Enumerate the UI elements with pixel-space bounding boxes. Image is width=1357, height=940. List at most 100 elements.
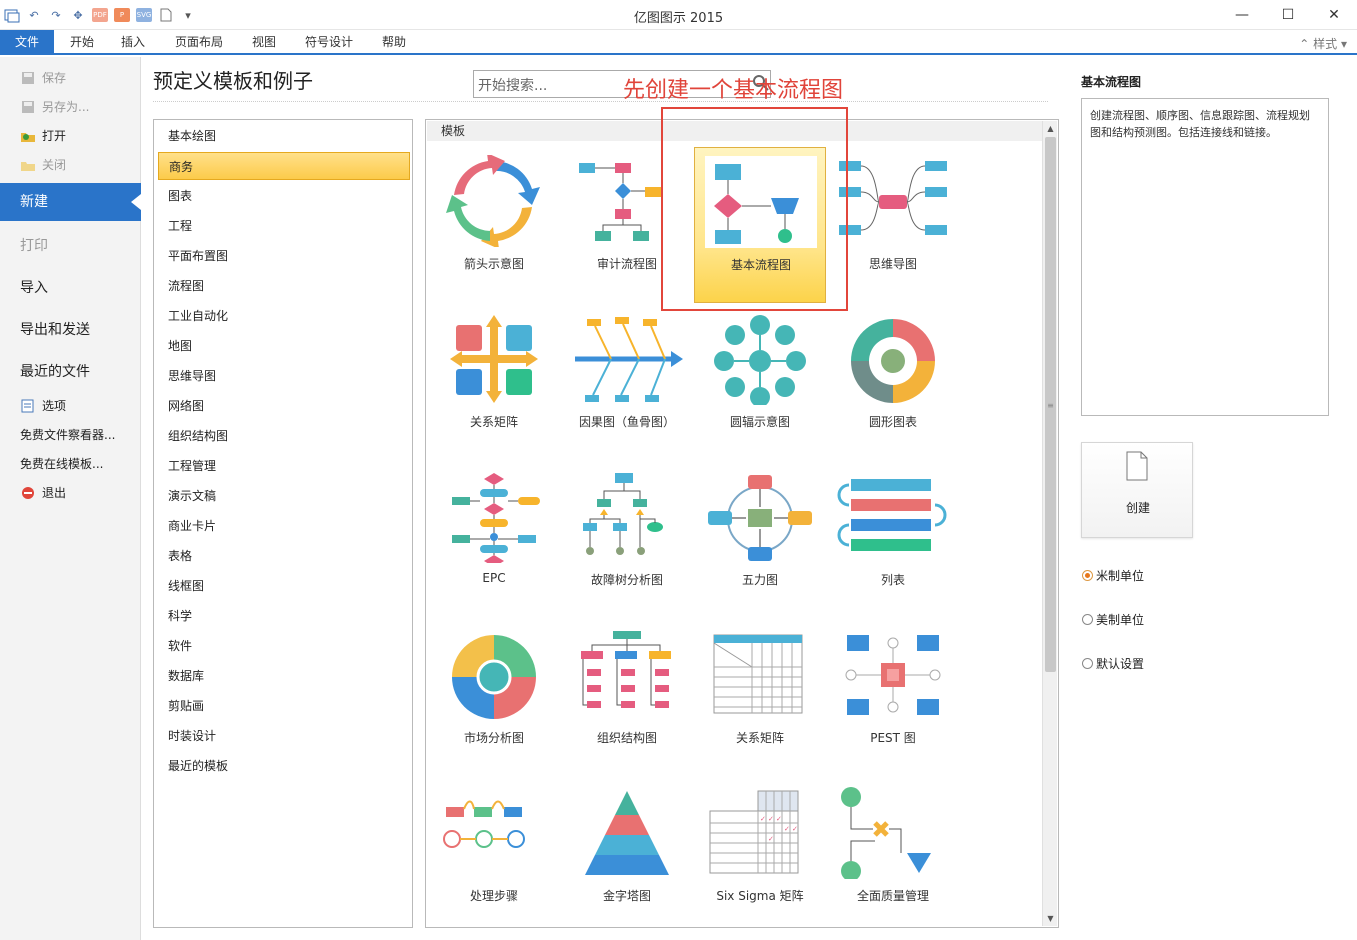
template-description: 创建流程图、顺序图、信息跟踪图、流程规划图和结构预测图。包括连接线和链接。	[1081, 98, 1329, 416]
export-svg-icon[interactable]: SVG	[136, 8, 152, 22]
template-item[interactable]: 五力图	[694, 463, 826, 619]
move-icon[interactable]: ✥	[70, 7, 86, 23]
tab-home[interactable]: 开始	[56, 30, 108, 55]
template-item[interactable]: 基本流程图	[694, 147, 826, 303]
category-item[interactable]: 演示文稿	[158, 482, 410, 510]
create-button[interactable]: 创建	[1081, 442, 1193, 538]
search-icon[interactable]	[752, 74, 770, 92]
nav-exit[interactable]: 退出	[0, 484, 141, 501]
template-panel: 模板 ▲ ≡ ▼ 箭头示意图 审计流程图 基本流程图 思维导图 关系矩阵 因果图（鱼骨图）…	[425, 119, 1059, 928]
app-window: { "window": {"title": "亿图图示 2015", "mini…	[0, 0, 1357, 940]
category-item[interactable]: 工程管理	[158, 452, 410, 480]
category-item[interactable]: 思维导图	[158, 362, 410, 390]
template-item[interactable]: 思维导图	[827, 147, 959, 303]
template-label: 箭头示意图	[463, 257, 524, 271]
category-item[interactable]: 图表	[158, 182, 410, 210]
app-menu-icon[interactable]	[4, 7, 20, 23]
template-item[interactable]: EPC	[428, 463, 560, 619]
template-item[interactable]: 金字塔图	[561, 779, 693, 927]
template-item[interactable]: 关系矩阵	[694, 621, 826, 777]
scroll-down-icon[interactable]: ▼	[1043, 911, 1058, 926]
nav-save-as[interactable]: 另存为...	[0, 98, 141, 115]
category-item[interactable]: 最近的模板	[158, 752, 410, 780]
category-item[interactable]: 商务	[158, 152, 410, 180]
nav-open[interactable]: 打开	[0, 127, 141, 144]
category-item[interactable]: 平面布置图	[158, 242, 410, 270]
category-item[interactable]: 时装设计	[158, 722, 410, 750]
category-item[interactable]: 组织结构图	[158, 422, 410, 450]
category-item[interactable]: 线框图	[158, 572, 410, 600]
template-item[interactable]: 市场分析图	[428, 621, 560, 777]
tab-symbol-design[interactable]: 符号设计	[294, 30, 364, 55]
template-item[interactable]: 圆形图表	[827, 305, 959, 461]
category-item[interactable]: 流程图	[158, 272, 410, 300]
category-item[interactable]: 基本绘图	[158, 122, 410, 150]
customize-qat-icon[interactable]: ▾	[180, 7, 196, 23]
category-item[interactable]: 商业卡片	[158, 512, 410, 540]
unit-metric-radio[interactable]: 米制单位	[1082, 567, 1144, 584]
export-ppt-icon[interactable]: P	[114, 8, 130, 22]
nav-recent[interactable]: 最近的文件	[20, 361, 141, 381]
save-as-icon	[20, 99, 36, 115]
template-item[interactable]: PEST 图	[827, 621, 959, 777]
redo-icon[interactable]: ↷	[48, 7, 64, 23]
minimize-button[interactable]: —	[1219, 0, 1265, 30]
tab-file[interactable]: 文件	[0, 30, 54, 55]
nav-viewer[interactable]: 免费文件察看器...	[0, 426, 141, 443]
category-item[interactable]: 表格	[158, 542, 410, 570]
tqm-icon	[841, 787, 931, 879]
unit-default-radio[interactable]: 默认设置	[1082, 655, 1144, 672]
style-button[interactable]: ⌃ 样式 ▾	[1299, 35, 1347, 52]
nav-online-templates[interactable]: 免费在线模板...	[0, 455, 141, 472]
template-item[interactable]: 列表	[827, 463, 959, 619]
nav-print[interactable]: 打印	[20, 235, 141, 255]
template-item[interactable]: 箭头示意图	[428, 147, 560, 303]
close-button[interactable]: ✕	[1311, 0, 1357, 30]
template-label: 关系矩阵	[735, 731, 784, 745]
template-item[interactable]: 审计流程图	[561, 147, 693, 303]
template-item[interactable]: 处理步骤	[428, 779, 560, 927]
tab-view[interactable]: 视图	[242, 30, 286, 55]
ring-chart-icon	[851, 319, 935, 403]
nav-import[interactable]: 导入	[20, 277, 141, 297]
chevron-up-icon: ⌃	[1299, 37, 1310, 51]
search-input[interactable]: 开始搜索...	[473, 70, 771, 98]
nav-export[interactable]: 导出和发送	[20, 319, 141, 339]
nav-options[interactable]: 选项	[0, 397, 141, 414]
export-pdf-icon[interactable]: PDF	[92, 8, 108, 22]
new-page-icon[interactable]	[158, 7, 174, 23]
unit-us-label: 美制单位	[1096, 613, 1145, 627]
category-item[interactable]: 网络图	[158, 392, 410, 420]
tab-page-layout[interactable]: 页面布局	[163, 30, 235, 55]
maximize-button[interactable]: ☐	[1265, 0, 1311, 30]
template-item[interactable]: 故障树分析图	[561, 463, 693, 619]
tab-help[interactable]: 帮助	[372, 30, 416, 55]
audit-flow-icon	[579, 163, 663, 241]
category-item[interactable]: 工业自动化	[158, 302, 410, 330]
svg-text:✓: ✓	[784, 825, 790, 833]
five-forces-icon	[708, 475, 812, 561]
template-item[interactable]: 因果图（鱼骨图）	[561, 305, 693, 461]
template-item[interactable]: 关系矩阵	[428, 305, 560, 461]
category-item[interactable]: 科学	[158, 602, 410, 630]
undo-icon[interactable]: ↶	[26, 7, 42, 23]
nav-new[interactable]: 新建	[0, 183, 141, 221]
template-scrollbar[interactable]: ▲ ≡ ▼	[1042, 121, 1057, 926]
nav-close[interactable]: 关闭	[0, 156, 141, 173]
epc-icon	[452, 473, 540, 563]
category-item[interactable]: 软件	[158, 632, 410, 660]
pest-icon	[845, 635, 941, 715]
category-item[interactable]: 工程	[158, 212, 410, 240]
template-item[interactable]: ✓ ✓ ✓ ✓ ✓ ✓ Six Sigma 矩阵	[694, 779, 826, 927]
category-item[interactable]: 数据库	[158, 662, 410, 690]
nav-save[interactable]: 保存	[0, 69, 141, 86]
template-item[interactable]: 组织结构图	[561, 621, 693, 777]
tab-insert[interactable]: 插入	[110, 30, 156, 55]
template-item[interactable]: 圆辐示意图	[694, 305, 826, 461]
unit-us-radio[interactable]: 美制单位	[1082, 611, 1144, 628]
template-label: 思维导图	[868, 257, 917, 271]
template-item[interactable]: 全面质量管理	[827, 779, 959, 927]
category-item[interactable]: 剪贴画	[158, 692, 410, 720]
category-item[interactable]: 地图	[158, 332, 410, 360]
scroll-up-icon[interactable]: ▲	[1043, 121, 1058, 136]
